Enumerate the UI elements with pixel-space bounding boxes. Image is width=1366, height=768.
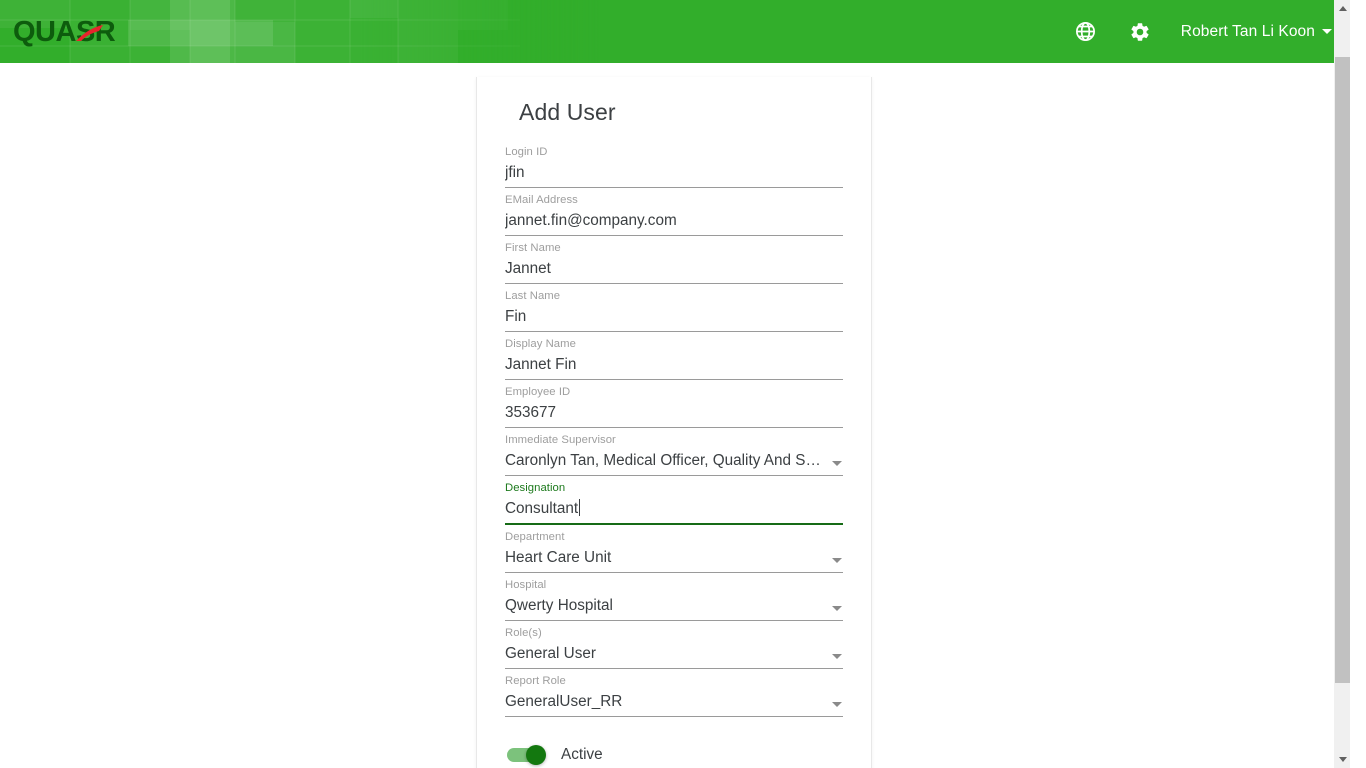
- field-designation: Designation Consultant: [505, 476, 843, 525]
- text-cursor: [579, 499, 581, 516]
- dropdown-arrow-icon: [832, 702, 842, 707]
- text-input[interactable]: Consultant: [505, 496, 843, 525]
- active-toggle[interactable]: [507, 745, 546, 765]
- field-label: Login ID: [505, 146, 548, 158]
- dropdown-arrow-icon: [832, 654, 842, 659]
- scrollbar-thumb[interactable]: [1335, 57, 1350, 683]
- select-control[interactable]: Caronlyn Tan, Medical Officer, Quality A…: [505, 448, 843, 476]
- field-label: Display Name: [505, 338, 576, 350]
- text-input[interactable]: Jannet Fin: [505, 352, 843, 380]
- globe-icon: [1076, 22, 1096, 41]
- field-value: jfin: [505, 164, 525, 181]
- field-label: Designation: [505, 482, 566, 494]
- field-label: EMail Address: [505, 194, 578, 206]
- scrollbar-down-button[interactable]: [1335, 751, 1350, 768]
- header-actions: Robert Tan Li Koon: [1059, 0, 1350, 63]
- page-title: Add User: [519, 99, 616, 125]
- field-value: Caronlyn Tan, Medical Officer, Quality A…: [505, 452, 826, 469]
- dropdown-arrow-icon: [832, 558, 842, 563]
- active-toggle-label: Active: [561, 746, 603, 763]
- select-control[interactable]: GeneralUser_RR: [505, 689, 843, 717]
- field-value: Heart Care Unit: [505, 549, 612, 566]
- field-label: Report Role: [505, 675, 566, 687]
- text-input[interactable]: jannet.fin@company.com: [505, 208, 843, 236]
- page-scrollbar[interactable]: [1334, 0, 1350, 768]
- text-input[interactable]: Jannet: [505, 256, 843, 284]
- field-value: jannet.fin@company.com: [505, 212, 677, 229]
- text-input[interactable]: 353677: [505, 400, 843, 428]
- field-label: Hospital: [505, 579, 547, 591]
- field-display-name: Display Name Jannet Fin: [505, 332, 843, 380]
- field-login-id: Login ID jfin: [505, 140, 843, 188]
- chevron-down-icon: [1339, 757, 1347, 762]
- field-value: Jannet: [505, 260, 551, 277]
- field-immediate-supervisor: Immediate Supervisor Caronlyn Tan, Medica…: [505, 428, 843, 476]
- field-value: GeneralUser_RR: [505, 693, 623, 710]
- gear-icon: [1131, 22, 1149, 41]
- field-first-name: First Name Jannet: [505, 236, 843, 284]
- app-header: QUASR Robert Tan Li Koon: [0, 0, 1350, 63]
- select-control[interactable]: General User: [505, 641, 843, 669]
- field-value: Consultant: [505, 499, 581, 517]
- quasr-logo-mark: QUASR: [13, 16, 116, 48]
- text-input[interactable]: jfin: [505, 160, 843, 188]
- quasr-logo-text: QUASR: [13, 16, 116, 48]
- field-last-name: Last Name Fin: [505, 284, 843, 332]
- user-menu[interactable]: Robert Tan Li Koon: [1167, 0, 1350, 63]
- user-name-label: Robert Tan Li Koon: [1180, 22, 1315, 40]
- chevron-down-icon: [1322, 29, 1332, 34]
- dropdown-arrow-icon: [832, 461, 842, 466]
- text-input[interactable]: Fin: [505, 304, 843, 332]
- field-label: Role(s): [505, 627, 542, 639]
- field-label: First Name: [505, 242, 561, 254]
- field-role-s: Role(s) General User: [505, 621, 843, 669]
- field-email-address: EMail Address jannet.fin@company.com: [505, 188, 843, 236]
- settings-button[interactable]: [1113, 0, 1167, 63]
- field-employee-id: Employee ID 353677: [505, 380, 843, 428]
- field-value: 353677: [505, 404, 557, 421]
- field-report-role: Report Role GeneralUser_RR: [505, 669, 843, 717]
- add-user-card: Add User Login ID jfin EMail Address jannet…: [476, 77, 872, 768]
- quasr-logo[interactable]: QUASR: [13, 14, 148, 50]
- field-value: Qwerty Hospital: [505, 597, 613, 614]
- select-control[interactable]: Qwerty Hospital: [505, 593, 843, 621]
- field-label: Last Name: [505, 290, 561, 302]
- language-button[interactable]: [1059, 0, 1113, 63]
- field-value: Fin: [505, 308, 527, 325]
- app-viewport: QUASR Robert Tan Li Koon Add User Login …: [0, 0, 1350, 768]
- add-user-form: Login ID jfin EMail Address jannet.fin@comp…: [505, 140, 843, 717]
- select-control[interactable]: Heart Care Unit: [505, 545, 843, 573]
- page-body: Add User Login ID jfin EMail Address jannet…: [0, 63, 1350, 768]
- field-department: Department Heart Care Unit: [505, 525, 843, 573]
- field-label: Immediate Supervisor: [505, 434, 616, 446]
- field-label: Department: [505, 531, 565, 543]
- field-value: Jannet Fin: [505, 356, 577, 373]
- active-toggle-knob: [526, 745, 546, 765]
- field-label: Employee ID: [505, 386, 571, 398]
- active-toggle-row: Active: [507, 745, 843, 765]
- field-hospital: Hospital Qwerty Hospital: [505, 573, 843, 621]
- field-value: General User: [505, 645, 596, 662]
- dropdown-arrow-icon: [832, 606, 842, 611]
